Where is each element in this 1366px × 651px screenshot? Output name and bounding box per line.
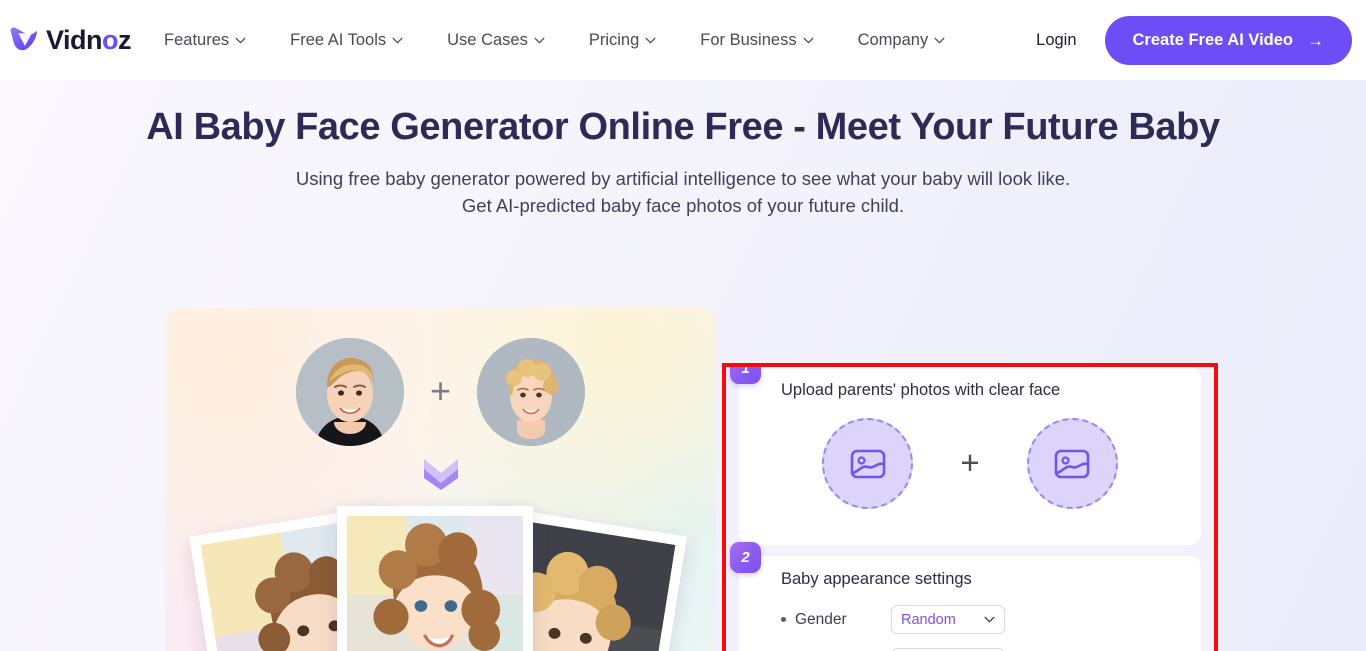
hero-subtitle: Using free baby generator powered by art… [0,166,1366,220]
hero-subtitle-line-2: Get AI-predicted baby face photos of you… [461,194,905,216]
hero-subtitle-line-1: Using free baby generator powered by art… [295,168,1071,189]
father-portrait-image [295,338,404,446]
nav-label: Use Cases [447,30,528,49]
nav-item-company[interactable]: Company [836,31,968,50]
baby-center-image [347,516,523,651]
chevron-down-icon [235,37,246,43]
main-navigation: Features Free AI Tools Use Cases Pricing… [164,31,967,50]
site-header: Vidnoz Features Free AI Tools Use Cases … [0,0,1366,80]
chevron-down-icon [934,37,945,43]
nav-item-pricing[interactable]: Pricing [567,31,678,50]
header-actions: Login Create Free AI Video → [1036,15,1352,65]
nav-label: Pricing [588,30,640,49]
login-link[interactable]: Login [1036,31,1076,50]
generated-baby-photos [165,498,716,651]
nav-item-free-ai-tools[interactable]: Free AI Tools [268,31,425,50]
hero-section: AI Baby Face Generator Online Free - Mee… [0,80,1366,651]
nav-label: Company [857,30,929,49]
hero-content-columns: + 1 Upload parents' photos with clear fa… [0,228,1366,651]
nav-item-use-cases[interactable]: Use Cases [425,31,567,50]
logo-text: Vidnoz [46,24,132,55]
logo[interactable]: Vidnoz [8,23,132,57]
parent-photos-row: + [165,338,716,446]
nav-label: Free AI Tools [290,30,387,49]
baby-photo-center [337,506,533,651]
vidnoz-logo-icon [10,27,37,51]
parent-photo-right [477,338,586,446]
parent-photo-left [295,338,404,446]
chevron-down-icon [803,37,814,43]
cta-label: Create Free AI Video [1132,30,1293,49]
plus-symbol: + [429,370,452,411]
nav-label: Features [164,30,230,49]
nav-item-features[interactable]: Features [164,31,268,50]
chevron-down-icon [645,37,656,43]
nav-label: For Business [700,30,797,49]
double-chevron-down-icon [165,456,716,492]
nav-item-for-business[interactable]: For Business [678,31,835,50]
chevron-down-icon [534,37,545,43]
arrow-right-icon: → [1307,30,1324,50]
page-title: AI Baby Face Generator Online Free - Mee… [146,106,1220,148]
preview-illustration: + [165,308,716,651]
mother-portrait-image [477,338,586,446]
create-free-ai-video-button[interactable]: Create Free AI Video → [1104,15,1352,65]
highlight-box [722,363,1218,651]
chevron-down-icon [392,37,403,43]
